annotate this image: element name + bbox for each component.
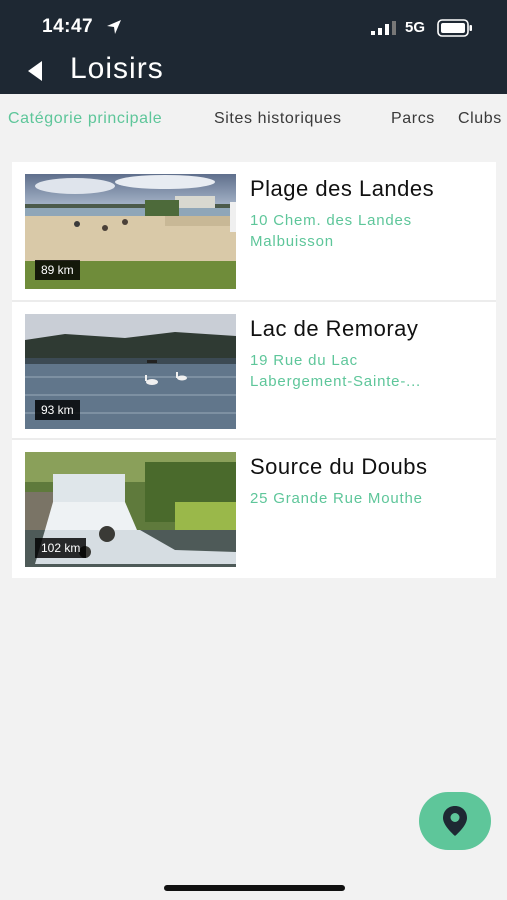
status-time: 14:47: [42, 16, 94, 37]
list-item[interactable]: 93 km Lac de Remoray 19 Rue du Lac Laber…: [12, 300, 496, 438]
back-button[interactable]: [18, 54, 52, 88]
place-photo: 93 km: [25, 314, 236, 429]
tab-categorie-principale[interactable]: Catégorie principale: [8, 110, 162, 128]
tab-clubs[interactable]: Clubs: [458, 110, 502, 128]
list-item[interactable]: 102 km Source du Doubs 25 Grande Rue Mou…: [12, 438, 496, 576]
place-photo: 102 km: [25, 452, 236, 567]
place-address-line2: Malbuisson: [250, 233, 334, 250]
tab-sites-historiques[interactable]: Sites historiques: [214, 110, 342, 128]
place-name: Plage des Landes: [250, 176, 435, 201]
list-item[interactable]: 89 km Plage des Landes 10 Chem. des Land…: [12, 162, 496, 300]
place-address-line1: 25 Grande Rue Mouthe: [250, 490, 423, 507]
location-arrow-icon: [107, 20, 121, 34]
place-address-line1: 10 Chem. des Landes: [250, 212, 412, 229]
places-list: 89 km Plage des Landes 10 Chem. des Land…: [12, 162, 496, 578]
map-button[interactable]: [419, 792, 491, 850]
category-tabs: Catégorie principale Sites historiques P…: [0, 100, 507, 140]
back-arrow-icon: [28, 61, 42, 81]
distance-badge: 102 km: [35, 538, 87, 558]
place-address-line2: Labergement-Sainte-...: [250, 373, 422, 390]
page-title: Loisirs: [70, 52, 164, 85]
signal-icon: [371, 21, 396, 35]
top-bar: 14:47 5G Loisirs: [0, 0, 507, 94]
place-name: Lac de Remoray: [250, 316, 419, 341]
battery-icon: [437, 19, 472, 37]
place-name: Source du Doubs: [250, 454, 428, 479]
distance-badge: 93 km: [35, 400, 80, 420]
network-label: 5G: [405, 19, 426, 36]
tab-parcs[interactable]: Parcs: [391, 110, 435, 128]
distance-badge: 89 km: [35, 260, 80, 280]
home-indicator: [164, 885, 345, 891]
place-address-line1: 19 Rue du Lac: [250, 352, 358, 369]
map-pin-icon: [443, 806, 467, 836]
place-photo: 89 km: [25, 174, 236, 289]
